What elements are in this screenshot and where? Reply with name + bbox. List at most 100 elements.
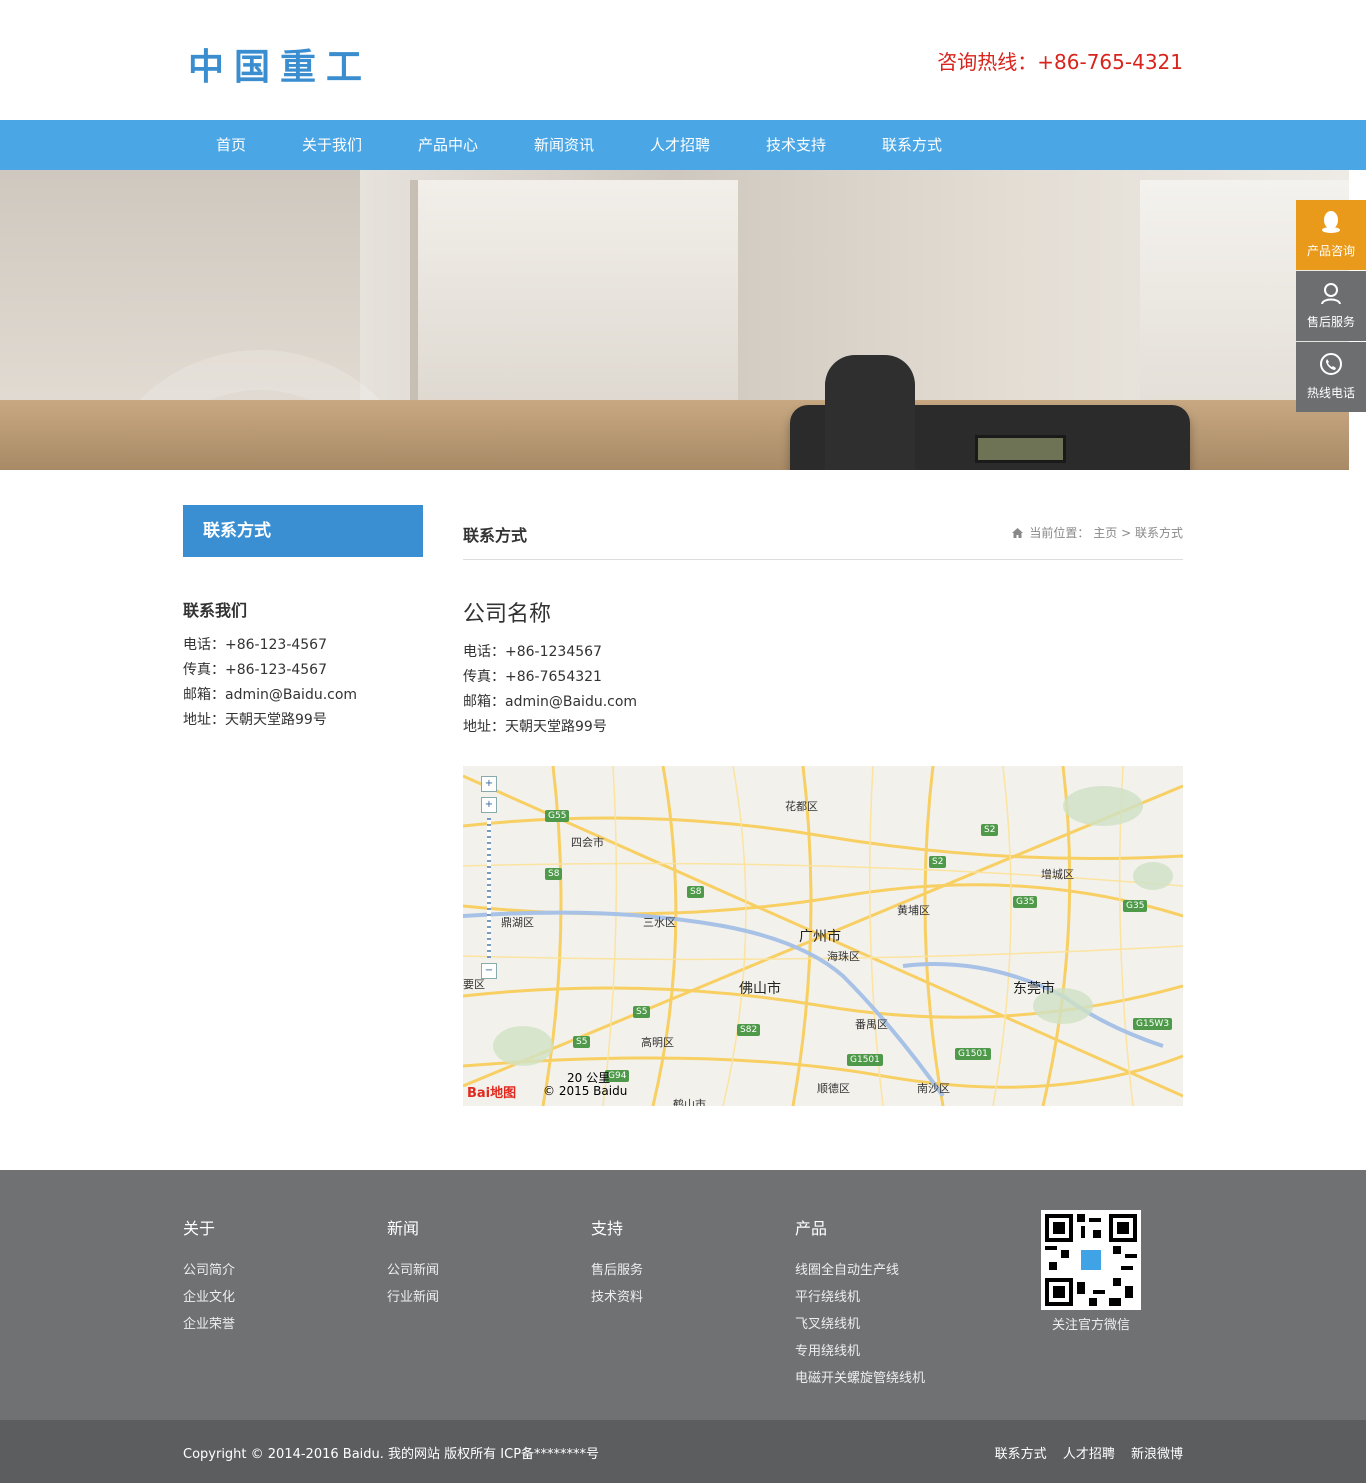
float-item-hotline[interactable]: 热线电话 <box>1296 342 1366 412</box>
sidebar-address: 地址：天朝天堂路99号 <box>183 712 327 728</box>
map-label: 海珠区 <box>827 950 860 963</box>
main-header: 联系方式 当前位置： 主页 > 联系方式 <box>463 505 1183 560</box>
footer-bottom-links: 联系方式 人才招聘 新浪微博 <box>983 1443 1183 1462</box>
map-label: 增城区 <box>1041 868 1074 881</box>
qr-label: 关注官方微信 <box>1051 1318 1130 1333</box>
phone-icon <box>1296 342 1366 384</box>
breadcrumb-separator: > <box>1121 526 1132 540</box>
breadcrumb-current[interactable]: 联系方式 <box>1135 526 1183 540</box>
nav-item-products[interactable]: 产品中心 <box>390 120 506 170</box>
footer-link[interactable]: 飞叉绕线机 <box>795 1311 925 1338</box>
banner-image <box>0 170 1349 470</box>
road-shield: G15W3 <box>1133 1018 1173 1030</box>
baidu-map[interactable]: + + − 花都区 四会市 鼎湖区 三水区 广州市 海珠区 黄埔区 增城区 佛山… <box>463 766 1183 1106</box>
footer-link[interactable]: 技术资料 <box>591 1284 643 1311</box>
sidebar: 联系方式 联系我们 电话：+86-123-4567 传真：+86-123-456… <box>183 505 423 733</box>
footer-link[interactable]: 线圈全自动生产线 <box>795 1257 925 1284</box>
map-label: 番禺区 <box>855 1018 888 1031</box>
map-pan-up-button[interactable]: + <box>481 776 497 792</box>
nav-item-jobs[interactable]: 人才招聘 <box>622 120 738 170</box>
bottom-link-contact[interactable]: 联系方式 <box>995 1447 1047 1462</box>
baidu-map-logo[interactable]: Bai地图 <box>467 1082 516 1101</box>
bottom-link-weibo[interactable]: 新浪微博 <box>1131 1447 1183 1462</box>
map-label: 南沙区 <box>917 1082 950 1095</box>
home-icon <box>1011 528 1023 538</box>
road-shield: G1501 <box>847 1054 883 1066</box>
road-shield: S82 <box>737 1024 761 1036</box>
road-shield: S8 <box>687 886 705 898</box>
sidebar-email: 邮箱：admin@Baidu.com <box>183 687 358 703</box>
contact-fax: 传真：+86-7654321 <box>463 669 602 685</box>
hotline-text: 咨询热线：+86-765-4321 <box>937 50 1183 74</box>
breadcrumb-home[interactable]: 主页 <box>1093 526 1117 540</box>
nav-item-home[interactable]: 首页 <box>188 120 274 170</box>
copyright-text: Copyright © 2014-2016 Baidu. 我的网站 版权所有 I… <box>183 1447 600 1462</box>
float-item-label: 售后服务 <box>1306 315 1355 329</box>
map-label: 鹤山市 <box>673 1098 706 1106</box>
footer-link[interactable]: 公司简介 <box>183 1257 235 1284</box>
map-label: 东莞市 <box>1013 981 1055 997</box>
main-panel: 联系方式 当前位置： 主页 > 联系方式 公司名称 电话：+86-1234567… <box>463 505 1183 1106</box>
footer-link[interactable]: 企业荣誉 <box>183 1311 235 1338</box>
map-label: 顺德区 <box>817 1082 850 1095</box>
footer-link[interactable]: 行业新闻 <box>387 1284 439 1311</box>
footer-link[interactable]: 专用绕线机 <box>795 1338 925 1365</box>
map-zoom-slider[interactable] <box>487 818 491 958</box>
float-item-consult[interactable]: 产品咨询 <box>1296 200 1366 270</box>
map-label: 高明区 <box>641 1036 674 1049</box>
nav-item-support[interactable]: 技术支持 <box>738 120 854 170</box>
header: 中国重工 咨询热线：+86-765-4321 <box>183 0 1183 120</box>
nav-item-news[interactable]: 新闻资讯 <box>506 120 622 170</box>
footer-link[interactable]: 公司新闻 <box>387 1257 439 1284</box>
map-zoom-in-button[interactable]: + <box>481 797 497 813</box>
footer-col-support: 支持 售后服务 技术资料 <box>591 1215 643 1311</box>
qq-icon <box>1296 200 1366 242</box>
road-shield: G1501 <box>955 1048 991 1060</box>
sidebar-subtitle: 联系我们 <box>183 601 248 620</box>
footer-bottom-bar: Copyright © 2014-2016 Baidu. 我的网站 版权所有 I… <box>0 1420 1366 1483</box>
footer-col-news: 新闻 公司新闻 行业新闻 <box>387 1215 439 1311</box>
map-label: 佛山市 <box>739 981 781 997</box>
footer-link[interactable]: 售后服务 <box>591 1257 643 1284</box>
main-nav: 首页 关于我们 产品中心 新闻资讯 人才招聘 技术支持 联系方式 <box>0 120 1366 170</box>
sidebar-fax: 传真：+86-123-4567 <box>183 662 327 678</box>
contact-info: 电话：+86-1234567 传真：+86-7654321 邮箱：admin@B… <box>463 640 1183 740</box>
float-item-label: 产品咨询 <box>1306 244 1355 258</box>
road-shield: S5 <box>633 1006 651 1018</box>
site-logo[interactable]: 中国重工 <box>188 38 372 90</box>
page-title: 联系方式 <box>463 526 528 545</box>
road-shield: S2 <box>929 856 947 868</box>
map-label: 要区 <box>463 978 485 991</box>
wechat-qr: 关注官方微信 <box>1041 1210 1141 1333</box>
bottom-link-jobs[interactable]: 人才招聘 <box>1063 1447 1115 1462</box>
contact-phone: 电话：+86-1234567 <box>463 644 602 660</box>
road-shield: S2 <box>981 824 999 836</box>
map-label: 三水区 <box>643 916 676 929</box>
footer-link[interactable]: 平行绕线机 <box>795 1284 925 1311</box>
footer-link[interactable]: 电磁开关螺旋管绕线机 <box>795 1365 925 1392</box>
banner-window-mid <box>410 180 738 430</box>
sidebar-title[interactable]: 联系方式 <box>183 505 423 557</box>
service-icon <box>1296 271 1366 313</box>
map-label: 四会市 <box>571 836 604 849</box>
map-copyright: © 2015 Baidu <box>543 1084 628 1098</box>
road-shield: G55 <box>545 810 570 822</box>
nav-item-contact[interactable]: 联系方式 <box>854 120 970 170</box>
sidebar-phone: 电话：+86-123-4567 <box>183 637 327 653</box>
footer-col-about: 关于 公司简介 企业文化 企业荣誉 <box>183 1215 235 1338</box>
nav-item-about[interactable]: 关于我们 <box>274 120 390 170</box>
phone-screen-graphic <box>975 435 1066 463</box>
map-zoom-control: + + − <box>481 776 499 984</box>
float-item-service[interactable]: 售后服务 <box>1296 271 1366 341</box>
map-label: 黄埔区 <box>897 904 930 917</box>
road-shield: G35 <box>1123 900 1148 912</box>
road-shield: S5 <box>573 1036 591 1048</box>
footer-link[interactable]: 企业文化 <box>183 1284 235 1311</box>
footer-col-title: 产品 <box>795 1219 828 1238</box>
phone-handset-graphic <box>825 355 915 470</box>
road-shield: G35 <box>1013 896 1038 908</box>
footer-col-title: 关于 <box>183 1219 216 1238</box>
contact-address: 地址：天朝天堂路99号 <box>463 719 607 735</box>
breadcrumb-prefix: 当前位置： <box>1029 526 1090 540</box>
contact-email: 邮箱：admin@Baidu.com <box>463 694 638 710</box>
